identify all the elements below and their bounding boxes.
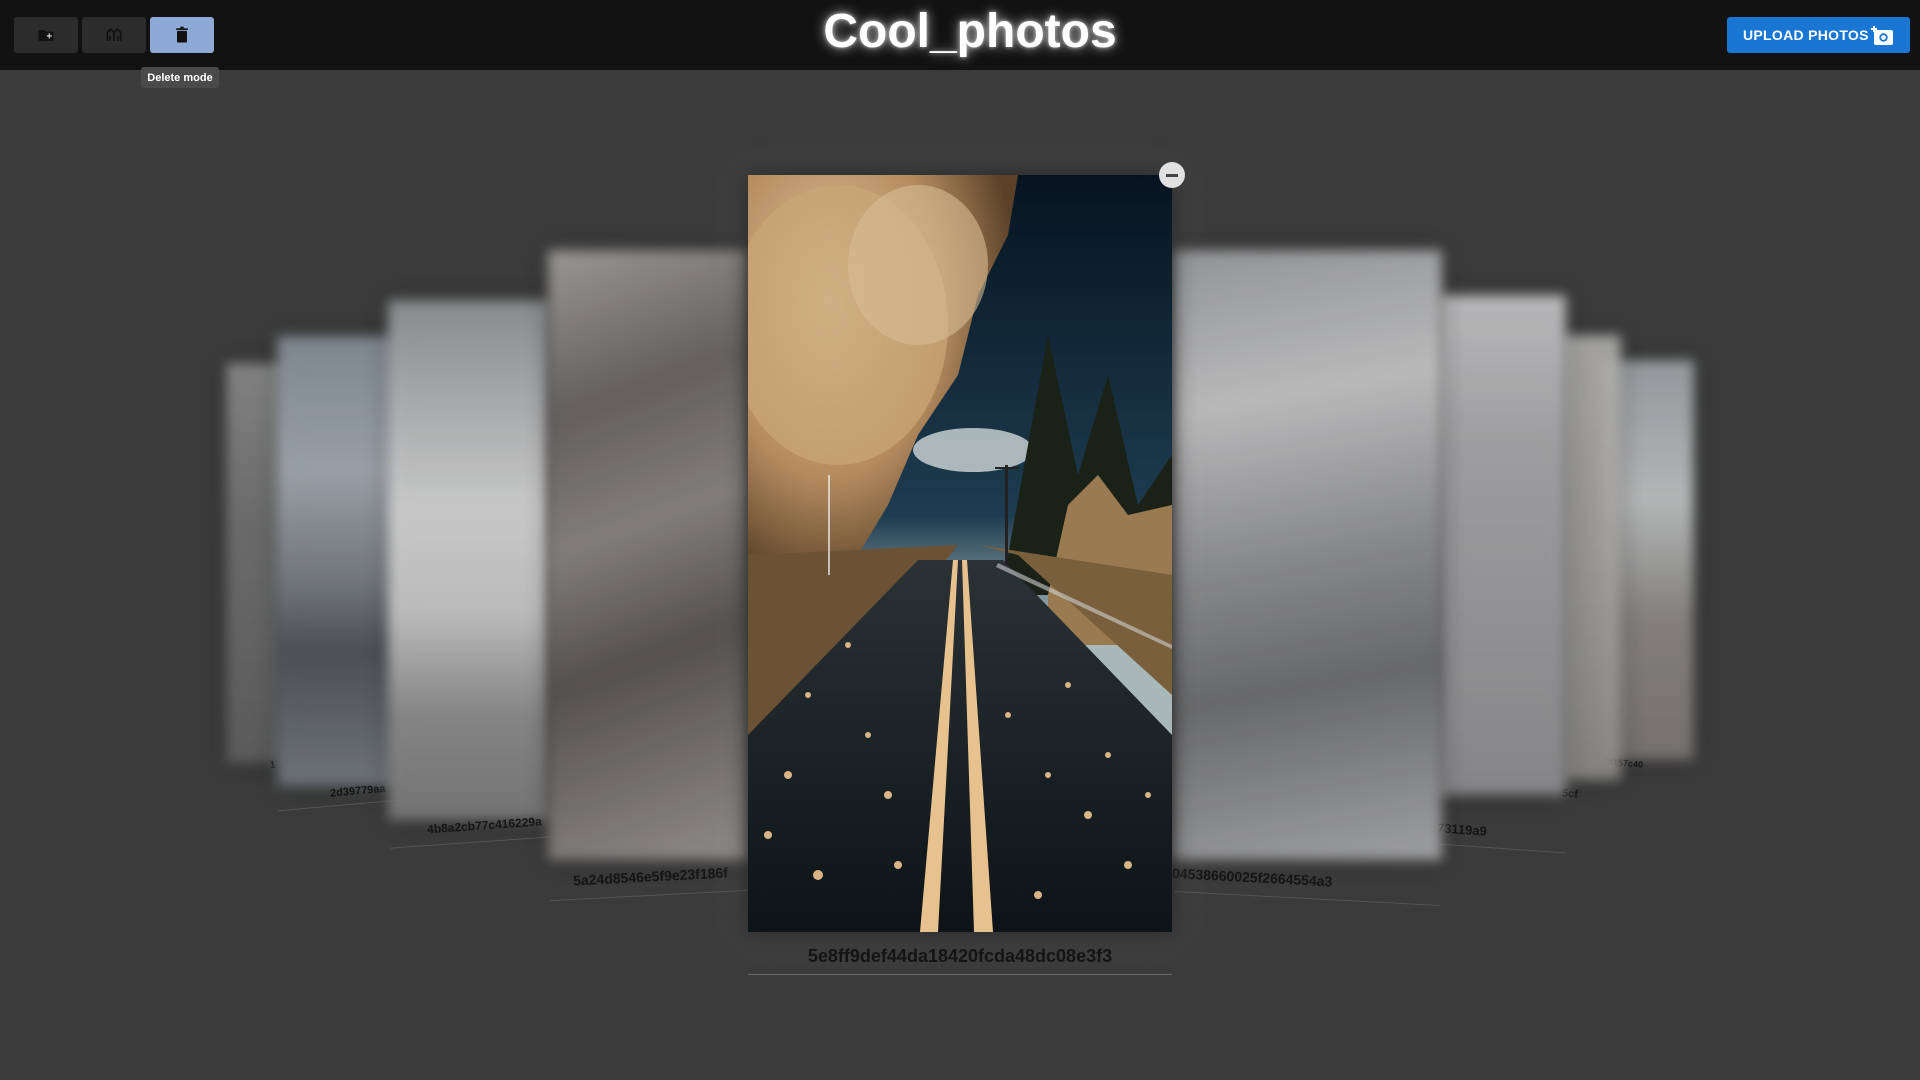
delete-mode-tooltip: Delete mode (141, 67, 219, 88)
caption-underline (390, 836, 552, 849)
upload-photos-label: UPLOAD PHOTOS (1743, 27, 1869, 43)
remove-photo-button[interactable] (1159, 162, 1185, 188)
caption-underline (748, 974, 1172, 975)
photo-card[interactable] (1172, 250, 1442, 860)
app-title: Cool_photos (823, 5, 1117, 58)
add-photo-camera-icon (1871, 26, 1893, 45)
top-bar: Cool_photos UPLOAD PHOTOS (0, 0, 1920, 70)
photo-card[interactable] (1561, 335, 1621, 780)
caption-underline (278, 799, 398, 812)
selected-photo[interactable] (748, 175, 1172, 932)
photo-card[interactable] (388, 300, 550, 820)
caption-underline (550, 889, 748, 902)
upload-photos-button[interactable]: UPLOAD PHOTOS (1727, 17, 1910, 53)
photo-card[interactable] (277, 336, 397, 786)
caption-underline (1174, 891, 1440, 906)
minus-circle-icon (1166, 173, 1178, 177)
caption-underline (1438, 843, 1566, 854)
photo-caption: 73119a9 (1436, 820, 1488, 839)
photo-card[interactable] (1438, 295, 1566, 795)
road-autumn-photo (748, 175, 1172, 932)
photo-caption: 1 (269, 759, 277, 772)
selected-photo-caption: 5e8ff9def44da18420fcda48dc08e3f3 (807, 946, 1113, 966)
photo-caption: 5a24d8546e5f9e23f186f (572, 864, 729, 889)
photo-caption: 04538660025f2664554a3 (1171, 865, 1333, 890)
photo-card[interactable] (548, 250, 748, 860)
